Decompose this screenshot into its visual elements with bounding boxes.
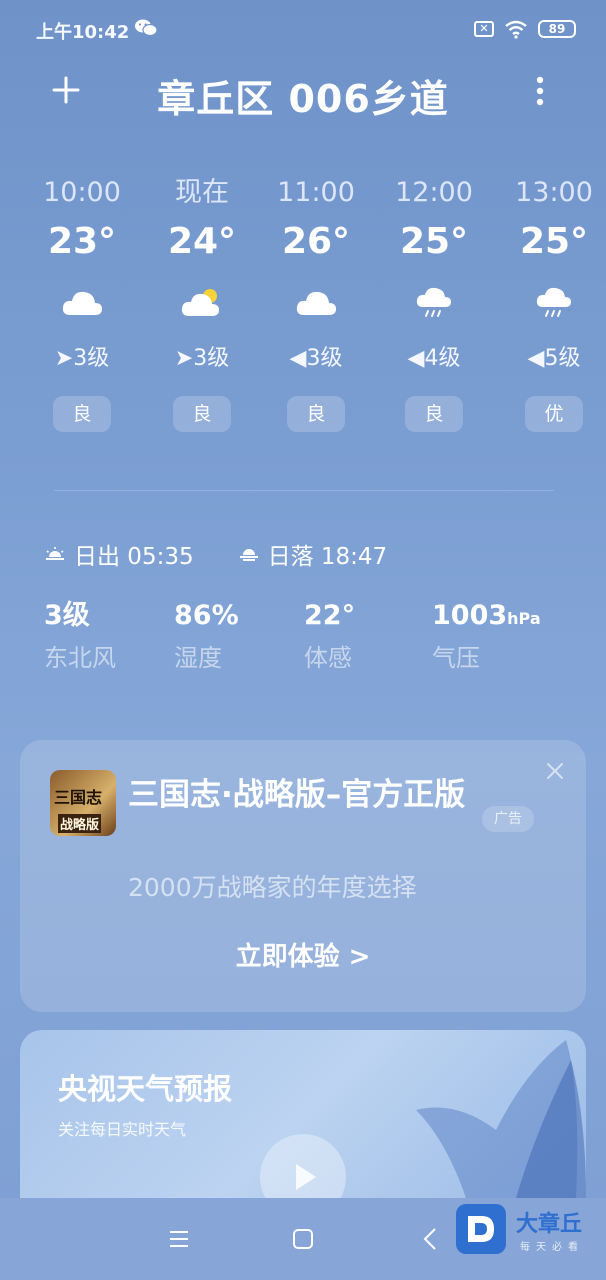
hour-wind: 4级	[424, 346, 461, 371]
more-vertical-icon[interactable]	[528, 72, 552, 112]
status-time: 上午10:42	[36, 22, 130, 43]
status-icons: ✕ 89	[474, 18, 576, 40]
play-button[interactable]	[260, 1134, 346, 1198]
status-bar: 上午10:42 ✕ 89	[0, 0, 606, 60]
rain-icon	[416, 287, 451, 317]
back-icon[interactable]	[416, 1224, 446, 1254]
cloudy-icon	[62, 291, 102, 315]
hour-item: 现在 24° ➤3级 良	[142, 172, 262, 432]
hour-item: 11:00 26° ◀3级 良	[256, 172, 376, 432]
hour-item: 13:00 25° ◀5级 优	[494, 172, 606, 432]
ad-logo-subtext: 战略版	[58, 814, 102, 833]
ad-title: 三国志·战略版–官方正版	[128, 777, 466, 813]
app-header: 章丘区 006乡道	[0, 62, 606, 126]
watermark-title: 大章丘	[516, 1212, 583, 1237]
cctv-forecast-card[interactable]: 央视天气预报 关注每日实时天气	[20, 1030, 586, 1198]
hourly-forecast[interactable]: 10:00 23° ➤3级 良 现在 24° ➤3级 良 11:00 26° ◀…	[22, 172, 606, 442]
battery-indicator: 89	[538, 20, 576, 38]
ad-badge: 广告	[482, 806, 534, 832]
stat-value: 3级	[44, 600, 90, 631]
aqi-badge: 良	[405, 396, 463, 432]
stat-label: 湿度	[174, 644, 222, 672]
wechat-icon	[135, 19, 158, 37]
watermark-subtitle: 每天必看	[520, 1242, 584, 1253]
watermark: 大章丘 每天必看	[456, 1204, 606, 1260]
home-icon[interactable]	[288, 1224, 318, 1254]
ad-app-logo: 三国志 战略版	[50, 770, 116, 836]
wind-arrow-icon: ◀	[289, 346, 307, 371]
stat-feels-like: 22° 体感	[304, 596, 355, 680]
cctv-title: 央视天气预报	[58, 1072, 233, 1106]
wind-arrow-icon: ➤	[54, 346, 74, 371]
hour-wind: 5级	[544, 346, 581, 371]
hour-wind: 3级	[73, 346, 110, 371]
stat-value: 86%	[174, 600, 239, 631]
stat-label: 东北风	[44, 644, 116, 672]
wind-arrow-icon: ➤	[174, 346, 194, 371]
hour-temp: 25°	[399, 221, 469, 262]
aqi-badge: 良	[173, 396, 231, 432]
cloudy-icon	[296, 291, 336, 315]
sunset-time: 日落 18:47	[267, 544, 388, 570]
hour-wind: 3级	[193, 346, 230, 371]
hour-temp: 24°	[167, 221, 237, 262]
hour-temp: 26°	[281, 221, 351, 262]
partly-sunny-icon	[181, 289, 219, 316]
x-sim-icon: ✕	[474, 21, 494, 37]
ad-logo-text: 三国志	[54, 788, 103, 807]
hour-item: 12:00 25° ◀4级 良	[374, 172, 494, 432]
hour-temp: 23°	[47, 221, 117, 262]
sunrise-icon	[46, 547, 64, 560]
stat-wind: 3级 东北风	[44, 596, 116, 680]
d-logo-icon	[468, 1216, 494, 1242]
play-icon	[296, 1164, 316, 1190]
hour-time: 12:00	[395, 177, 473, 208]
watermark-logo	[456, 1204, 506, 1254]
wifi-icon	[505, 20, 527, 39]
wind-arrow-icon: ◀	[407, 346, 425, 371]
stat-value: 1003	[432, 600, 508, 631]
stat-pressure: 1003hPa 气压	[432, 596, 541, 680]
stat-value: 22°	[304, 600, 356, 631]
stat-humidity: 86% 湿度	[174, 596, 239, 680]
rain-icon	[536, 287, 571, 317]
ad-description: 2000万战略家的年度选择	[128, 873, 417, 902]
mountain-illustration	[416, 1040, 586, 1198]
hour-time: 现在	[175, 177, 229, 208]
stat-label: 体感	[304, 644, 352, 672]
aqi-badge: 优	[525, 396, 583, 432]
wind-arrow-icon: ◀	[527, 346, 545, 371]
hour-wind: 3级	[306, 346, 343, 371]
aqi-badge: 良	[53, 396, 111, 432]
hour-time: 13:00	[515, 177, 593, 208]
ad-card[interactable]: 三国志 战略版 三国志·战略版–官方正版 广告 2000万战略家的年度选择 立即…	[20, 740, 586, 1012]
menu-icon[interactable]	[164, 1224, 194, 1254]
location-title[interactable]: 章丘区 006乡道	[0, 68, 606, 123]
hour-time: 10:00	[43, 177, 121, 208]
hour-temp: 25°	[519, 221, 589, 262]
cctv-subtitle: 关注每日实时天气	[58, 1120, 187, 1139]
close-icon[interactable]	[544, 760, 566, 782]
sun-times: 日出 05:35 日落 18:47	[44, 536, 431, 572]
hour-time: 11:00	[277, 177, 355, 208]
aqi-badge: 良	[287, 396, 345, 432]
hour-item: 10:00 23° ➤3级 良	[22, 172, 142, 432]
divider	[54, 490, 554, 491]
ad-cta-button[interactable]: 立即体验 >	[20, 936, 586, 973]
sunset-icon	[239, 549, 258, 561]
stat-label: 气压	[432, 644, 480, 672]
stat-unit: hPa	[507, 609, 541, 628]
sunrise-time: 日出 05:35	[74, 544, 194, 570]
